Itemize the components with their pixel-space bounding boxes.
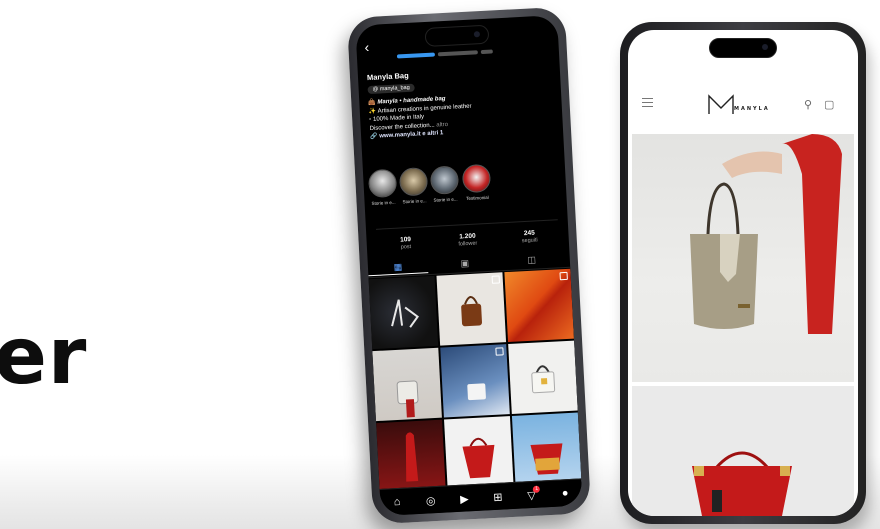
grid-post[interactable]: [368, 275, 439, 350]
stat-followers[interactable]: 1.200 follower: [442, 232, 493, 249]
sparkle-icon: ✨: [368, 108, 377, 115]
search-icon[interactable]: ⚲: [804, 98, 812, 111]
hamburger-menu-icon[interactable]: [642, 98, 653, 110]
grid-post[interactable]: [444, 416, 514, 490]
stat-label: follower: [458, 240, 478, 248]
phone-instagram: ‹ Manyla Bag @ manyla_bag 👜 Manyla • han…: [346, 6, 592, 525]
cart-icon[interactable]: ▢: [824, 98, 834, 111]
bag-emoji-icon: 👜: [368, 99, 376, 107]
highlight-4[interactable]: Testimonial: [461, 163, 493, 202]
explore-icon[interactable]: ◎: [421, 493, 440, 507]
hero-image-bag[interactable]: [632, 134, 854, 382]
flag-icon: ▫: [369, 116, 372, 124]
reels-nav-icon[interactable]: ▶: [455, 492, 474, 506]
shop-header: MANYLA ⚲ ▢: [628, 86, 858, 126]
highlight-2[interactable]: Storie in e...: [398, 167, 430, 205]
brand-logo[interactable]: MANYLA: [706, 92, 786, 118]
stat-posts[interactable]: 109 post: [380, 235, 431, 252]
highlight-3[interactable]: Storie in e...: [429, 165, 461, 203]
reels-icon[interactable]: ▣: [435, 257, 495, 271]
threads-icon: @: [372, 86, 379, 93]
stat-following[interactable]: 245 seguiti: [504, 228, 555, 245]
profile-bio: 👜 Manyla • handmade bag ✨ Artisan creati…: [368, 90, 540, 141]
product-image-red-bag[interactable]: [632, 386, 854, 516]
grid-post[interactable]: [511, 412, 582, 486]
reel-badge-icon: [495, 347, 504, 356]
highlight-label: Testimonial: [466, 194, 489, 202]
instagram-screen: ‹ Manyla Bag @ manyla_bag 👜 Manyla • han…: [355, 15, 583, 516]
highlight-1[interactable]: Storie in e...: [367, 168, 399, 207]
stat-label: seguiti: [521, 237, 538, 245]
back-chevron-icon[interactable]: ‹: [364, 39, 370, 55]
grid-post[interactable]: [436, 272, 507, 346]
bio-more-link[interactable]: altro: [436, 121, 448, 128]
phone-shop: MANYLA ⚲ ▢: [620, 22, 866, 524]
notification-badge: 1: [533, 485, 541, 493]
banner-word: er: [0, 312, 88, 402]
carousel-badge-icon: [491, 275, 500, 284]
highlight-label: Storie in e...: [402, 198, 427, 205]
home-icon[interactable]: ⌂: [388, 496, 407, 509]
handle-text: manyla_bag: [379, 84, 410, 93]
link-icon: 🔗: [369, 133, 378, 140]
grid-post[interactable]: [372, 347, 442, 422]
reel-badge-icon: [559, 271, 568, 281]
grid-post[interactable]: [508, 340, 578, 414]
brand-wordmark: MANYLA: [734, 106, 770, 112]
post-grid: [368, 268, 582, 493]
stat-label: post: [400, 244, 412, 251]
direct-message-icon[interactable]: ▽ 1: [522, 485, 541, 502]
profile-avatar-icon[interactable]: ●: [556, 487, 575, 500]
profile-name: Manyla Bag: [366, 70, 409, 83]
threads-handle-badge[interactable]: @ manyla_bag: [367, 83, 415, 95]
shop-screen: MANYLA ⚲ ▢: [628, 30, 858, 516]
grid-post[interactable]: [376, 419, 446, 493]
grid-view-icon[interactable]: ▦: [367, 260, 429, 277]
bio-link[interactable]: www.manyla.it e altri 1: [379, 130, 443, 139]
grid-post[interactable]: [504, 268, 574, 343]
dynamic-island: [709, 38, 777, 58]
create-icon[interactable]: ⊞: [489, 490, 508, 504]
highlight-label: Storie in e...: [371, 199, 396, 207]
grid-post[interactable]: [440, 344, 510, 418]
tagged-icon[interactable]: ◫: [502, 253, 562, 267]
highlight-label: Storie in e...: [433, 196, 458, 203]
